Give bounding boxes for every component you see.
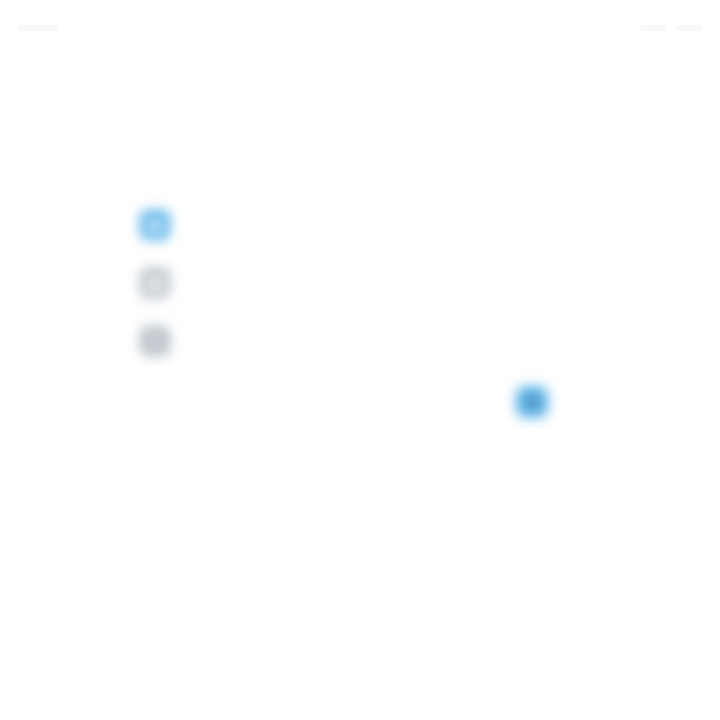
section-row: ⚙ [140, 326, 560, 356]
top-bar [0, 0, 720, 56]
section-device: ■ [140, 268, 560, 298]
top-bar-item [640, 25, 666, 31]
main-content: ● ■ ⚙ ➜ [140, 210, 560, 418]
device-icon-glyph: ■ [147, 273, 163, 292]
section-row: ● [140, 210, 560, 240]
actions: ➜ [140, 386, 560, 418]
screen: ● ■ ⚙ ➜ [0, 0, 720, 720]
section-settings: ⚙ [140, 326, 560, 356]
app-icon: ● [140, 210, 170, 240]
settings-icon-glyph: ⚙ [147, 331, 163, 350]
app-icon-glyph: ● [148, 215, 162, 234]
top-bar-item [676, 25, 702, 31]
top-bar-item [18, 25, 58, 31]
next-icon[interactable]: ➜ [516, 386, 548, 418]
section-row: ■ [140, 268, 560, 298]
section-app: ● [140, 210, 560, 240]
device-icon: ■ [140, 268, 170, 298]
next-icon-glyph: ➜ [525, 394, 539, 411]
settings-icon: ⚙ [140, 326, 170, 356]
